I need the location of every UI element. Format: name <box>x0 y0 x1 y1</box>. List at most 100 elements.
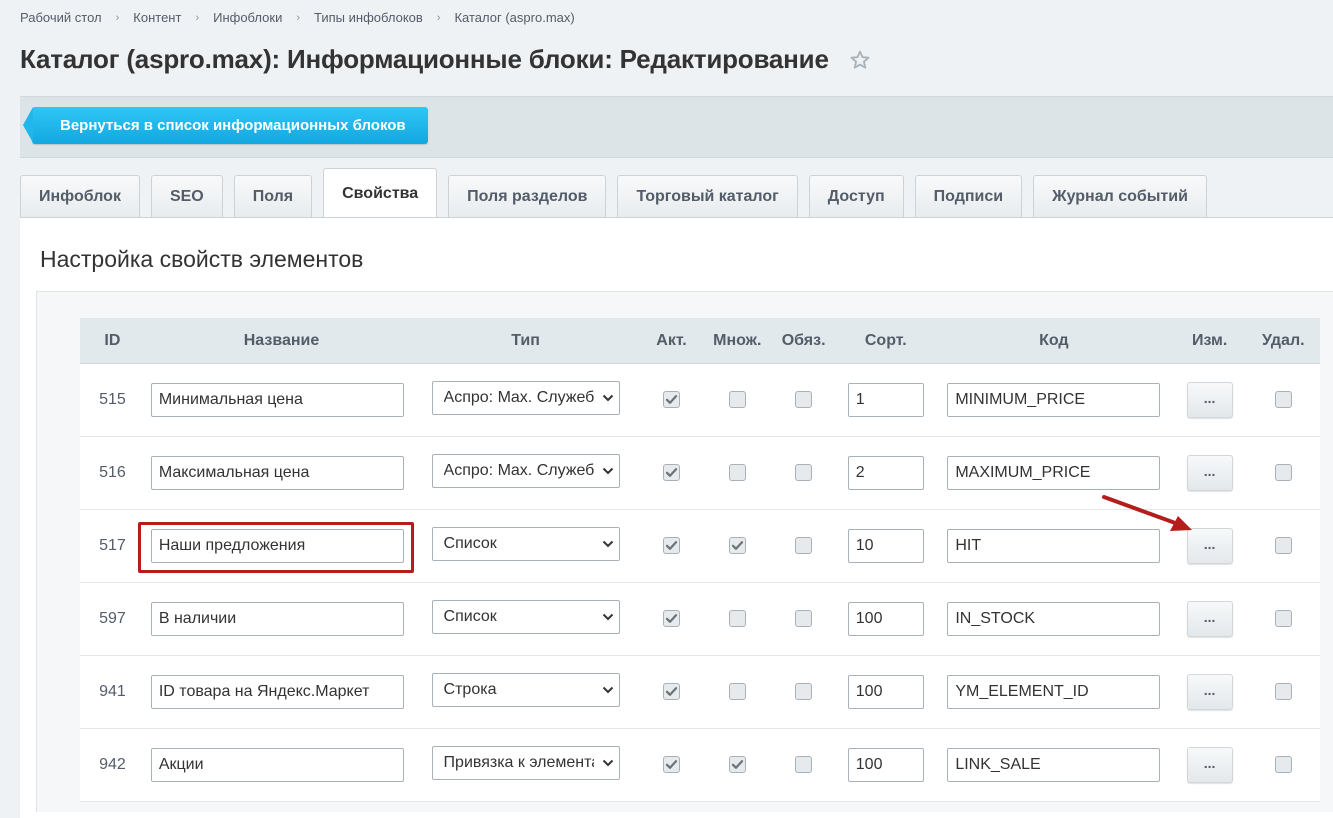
property-type-value: Строка <box>443 680 497 698</box>
edit-property-button[interactable]: ... <box>1186 674 1233 710</box>
breadcrumb-desktop[interactable]: Рабочий стол <box>20 10 102 25</box>
property-name-input[interactable] <box>150 675 404 709</box>
table-row: 515 Аспро: Max. Служебное... <box>80 363 1320 437</box>
required-checkbox[interactable] <box>795 756 813 774</box>
delete-checkbox[interactable] <box>1274 391 1292 409</box>
property-type-select[interactable]: Аспро: Max. Служебное <box>431 380 620 415</box>
table-header-row: ID Название Тип Акт. Множ. Обяз. Сорт. К… <box>80 318 1320 364</box>
tab-seo[interactable]: SEO <box>150 175 223 217</box>
tab-bar: Инфоблок SEO Поля Свойства Поля разделов… <box>20 168 1218 218</box>
star-icon[interactable] <box>849 49 871 71</box>
code-input[interactable] <box>947 456 1161 490</box>
property-name-input[interactable] <box>150 602 404 636</box>
code-input[interactable] <box>947 529 1161 563</box>
multiple-checkbox[interactable] <box>728 610 746 628</box>
sort-input[interactable] <box>847 383 924 417</box>
breadcrumb-content[interactable]: Контент <box>133 10 181 25</box>
edit-property-button[interactable]: ... <box>1186 528 1233 564</box>
active-checkbox[interactable] <box>663 537 680 555</box>
property-type-select[interactable]: Привязка к элементам <box>431 745 620 780</box>
tab-section-fields[interactable]: Поля разделов <box>448 175 607 217</box>
tab-trade-catalog[interactable]: Торговый каталог <box>617 175 798 217</box>
tab-access[interactable]: Доступ <box>808 175 904 217</box>
chevron-right-icon: › <box>436 11 441 24</box>
sort-input[interactable] <box>847 748 924 782</box>
chevron-down-icon <box>602 759 613 766</box>
property-type-select[interactable]: Строка <box>431 672 620 707</box>
chevron-down-icon <box>602 686 613 693</box>
active-checkbox[interactable] <box>663 391 680 409</box>
active-checkbox[interactable] <box>663 756 680 774</box>
column-header-delete: Удал. <box>1246 318 1320 364</box>
chevron-right-icon: › <box>195 11 200 24</box>
property-name-input[interactable] <box>150 383 404 417</box>
active-checkbox[interactable] <box>663 610 680 628</box>
active-checkbox[interactable] <box>663 683 680 701</box>
property-type-value: Список <box>443 534 497 552</box>
multiple-checkbox[interactable] <box>728 756 746 774</box>
property-type-select[interactable]: Аспро: Max. Служебное <box>431 453 620 488</box>
chevron-down-icon <box>602 394 613 401</box>
column-header-required: Обяз. <box>770 318 837 364</box>
column-header-edit: Изм. <box>1172 318 1247 364</box>
column-header-multiple: Множ. <box>704 318 771 364</box>
delete-checkbox[interactable] <box>1274 610 1292 628</box>
delete-checkbox[interactable] <box>1274 683 1292 701</box>
sort-input[interactable] <box>847 529 924 563</box>
chevron-down-icon <box>602 613 613 620</box>
chevron-down-icon <box>602 467 613 474</box>
multiple-checkbox[interactable] <box>728 464 746 482</box>
column-header-name: Название <box>144 318 413 364</box>
tab-event-log[interactable]: Журнал событий <box>1033 175 1207 217</box>
code-input[interactable] <box>947 383 1161 417</box>
property-id: 515 <box>80 363 145 437</box>
property-type-value: Аспро: Max. Служебное <box>443 461 594 479</box>
back-to-list-button[interactable]: Вернуться в список информационных блоков <box>23 107 428 144</box>
edit-property-button[interactable]: ... <box>1186 601 1233 637</box>
breadcrumb: Рабочий стол › Контент › Инфоблоки › Тип… <box>20 10 575 25</box>
property-type-select[interactable]: Список <box>431 599 620 634</box>
delete-checkbox[interactable] <box>1274 756 1292 774</box>
sort-input[interactable] <box>847 675 924 709</box>
column-header-sort: Сорт. <box>836 318 935 364</box>
breadcrumb-catalog[interactable]: Каталог (aspro.max) <box>454 10 574 25</box>
tab-iblock[interactable]: Инфоблок <box>20 175 140 217</box>
sort-input[interactable] <box>847 456 924 490</box>
property-name-input[interactable] <box>150 456 404 490</box>
edit-property-button[interactable]: ... <box>1186 382 1233 418</box>
properties-container: ID Название Тип Акт. Множ. Обяз. Сорт. К… <box>36 291 1333 812</box>
required-checkbox[interactable] <box>795 537 813 555</box>
delete-checkbox[interactable] <box>1274 537 1292 555</box>
property-type-select[interactable]: Список <box>431 526 620 561</box>
breadcrumb-iblocks[interactable]: Инфоблоки <box>213 10 282 25</box>
edit-property-button[interactable]: ... <box>1186 747 1233 783</box>
multiple-checkbox[interactable] <box>728 537 746 555</box>
tab-captions[interactable]: Подписи <box>914 175 1023 217</box>
code-input[interactable] <box>947 602 1161 636</box>
required-checkbox[interactable] <box>795 391 813 409</box>
column-header-type: Тип <box>412 318 639 364</box>
tab-fields[interactable]: Поля <box>233 175 313 217</box>
required-checkbox[interactable] <box>795 683 813 701</box>
edit-property-button[interactable]: ... <box>1186 455 1233 491</box>
code-input[interactable] <box>947 748 1161 782</box>
table-row: 942 Привязка к элементам... <box>80 728 1320 802</box>
column-header-code: Код <box>934 318 1173 364</box>
delete-checkbox[interactable] <box>1274 464 1292 482</box>
multiple-checkbox[interactable] <box>728 391 746 409</box>
breadcrumb-iblock-types[interactable]: Типы инфоблоков <box>314 10 423 25</box>
table-row: 597 Список... <box>80 582 1320 656</box>
tab-properties[interactable]: Свойства <box>323 168 438 218</box>
property-id: 516 <box>80 436 145 510</box>
required-checkbox[interactable] <box>795 464 813 482</box>
multiple-checkbox[interactable] <box>728 683 746 701</box>
active-checkbox[interactable] <box>663 464 680 482</box>
section-title: Настройка свойств элементов <box>40 246 364 272</box>
required-checkbox[interactable] <box>795 610 813 628</box>
chevron-right-icon: › <box>296 11 301 24</box>
property-name-input[interactable] <box>150 529 404 563</box>
code-input[interactable] <box>947 675 1161 709</box>
property-name-input[interactable] <box>150 748 404 782</box>
property-type-value: Список <box>443 607 497 625</box>
sort-input[interactable] <box>847 602 924 636</box>
